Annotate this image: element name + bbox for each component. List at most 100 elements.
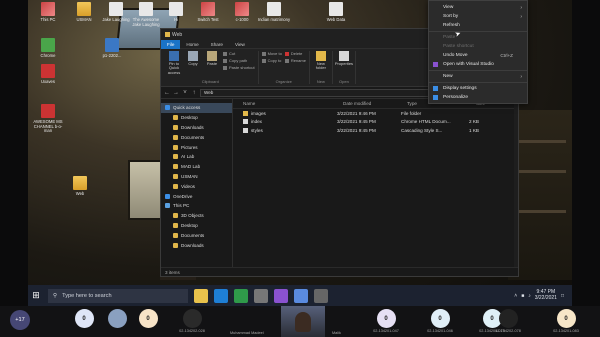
group-label: New (316, 79, 325, 84)
context-menu-item[interactable]: Undo Move Ctrl+Z (429, 51, 527, 60)
participant-video[interactable] (281, 306, 325, 337)
desktop-icon[interactable]: Chrome (30, 38, 66, 59)
back-arrow-icon[interactable]: ← (164, 90, 170, 96)
vertical-scrollbar[interactable] (514, 99, 518, 267)
properties-button[interactable]: Properties (335, 51, 353, 66)
up-arrow-icon[interactable]: ↑ (191, 90, 197, 96)
nav-item-label: AI Lab (181, 154, 195, 160)
more-participants-badge[interactable]: +17 (10, 310, 30, 330)
clipboard-group: Pin to Quick access Copy Paste Cut Copy … (163, 51, 259, 84)
column-name[interactable]: Name (243, 101, 343, 106)
desktop-icon[interactable]: Web Data (318, 2, 354, 23)
desktop-icon[interactable]: p1-2202... (94, 38, 130, 59)
desktop-icon[interactable]: Web (62, 176, 98, 197)
move-to-button[interactable]: Move to (261, 51, 282, 56)
nav-item[interactable]: Downloads (161, 123, 232, 133)
new-folder-button[interactable]: New folder (313, 51, 329, 71)
participant-tile[interactable]: 0 02-134201-047 (364, 309, 408, 334)
copy-to-icon (261, 58, 266, 63)
nav-folder-icon (173, 115, 178, 121)
participant-tile[interactable]: 0 (126, 309, 170, 334)
nav-item-label: USMAN (181, 173, 198, 179)
desktop-icon[interactable]: c-1000 (224, 2, 260, 23)
nav-item[interactable]: Documents (161, 132, 232, 142)
nav-item[interactable]: Documents (161, 230, 232, 240)
chevron-down-icon[interactable]: ˅ (182, 90, 188, 96)
file-row[interactable]: index 3/22/2021 9:45 PM Chrome HTML Docum.… (233, 118, 518, 127)
participant-tile[interactable]: 0 02-134201-046 (418, 309, 462, 334)
context-menu-item[interactable]: Refresh (429, 21, 527, 30)
nav-item[interactable]: This PC (161, 201, 232, 211)
taskbar-app-icon[interactable] (294, 288, 308, 303)
copy-button[interactable]: Copy (185, 51, 201, 66)
context-menu-item[interactable]: New › (429, 72, 527, 81)
nav-item[interactable]: Pictures (161, 142, 232, 152)
network-icon[interactable]: ■ (521, 293, 524, 299)
shortcut-icon (105, 38, 119, 52)
rename-button[interactable]: Rename (284, 58, 306, 63)
delete-button[interactable]: Delete (284, 51, 306, 56)
forward-arrow-icon[interactable]: → (173, 90, 179, 96)
context-menu-item[interactable]: Personalize (429, 93, 527, 102)
windows-start-icon[interactable]: ⊞ (28, 290, 44, 301)
desktop-icon[interactable]: Indian matrimony (256, 2, 292, 23)
participant-tile[interactable]: 0 02-134201-083 (544, 309, 588, 334)
file-row[interactable]: images 3/22/2021 9:46 PM File folder (233, 109, 518, 118)
desktop-icon[interactable]: Hi (158, 2, 194, 23)
taskbar-app-icon[interactable] (274, 288, 288, 303)
organize-group: Move to Copy to Delete Rename Organize (259, 51, 310, 84)
volume-icon[interactable]: ♪ (528, 293, 531, 299)
context-menu-item[interactable]: Sort by › (429, 12, 527, 21)
chevron-up-icon[interactable]: ˄ (514, 293, 517, 299)
rename-icon (284, 58, 289, 63)
tab-home[interactable]: Home (180, 40, 204, 49)
desktop-icon[interactable]: Uxaves (30, 64, 66, 85)
copy-to-button[interactable]: Copy to (261, 58, 282, 63)
taskbar-app-icon[interactable] (234, 288, 248, 303)
clock[interactable]: 9:47 PM 3/22/2021 (535, 289, 557, 301)
nav-item[interactable]: Videos (161, 181, 232, 191)
desktop-icon[interactable]: USMAN (66, 2, 102, 23)
nav-item[interactable]: OneDrive (161, 191, 232, 201)
search-icon: ⚲ (53, 292, 58, 299)
file-list[interactable]: Name Date modified Type Size images3/22/… (233, 99, 518, 267)
nav-item[interactable]: 3D Objects (161, 211, 232, 221)
participant-tile[interactable]: 02-134202-078 (486, 309, 530, 334)
taskbar-app-icon[interactable] (214, 288, 228, 303)
cut-button[interactable]: Cut (223, 51, 255, 56)
context-menu-item[interactable]: View › (429, 3, 527, 12)
context-menu-item[interactable]: Open with Visual Studio (429, 60, 527, 69)
nav-item[interactable]: MAD Lab (161, 162, 232, 172)
nav-item[interactable]: USMAN (161, 172, 232, 182)
desktop-icon[interactable]: Switch Test (190, 2, 226, 23)
desktop-icon[interactable]: AWESOME MS CHANNEL b-o-man (30, 104, 66, 134)
participant-tile[interactable]: 02-134202-028 (170, 309, 214, 334)
notification-icon[interactable]: □ (561, 293, 564, 299)
taskbar-app-icon[interactable] (314, 288, 328, 303)
nav-item[interactable]: Quick access (161, 103, 232, 113)
nav-item[interactable]: Downloads (161, 240, 232, 250)
nav-item[interactable]: Desktop (161, 221, 232, 231)
nav-item[interactable]: AI Lab (161, 152, 232, 162)
file-row[interactable]: styles 3/22/2021 9:45 PM Cascading Style S… (233, 126, 518, 135)
nav-item-label: This PC (173, 203, 190, 209)
pin-quick-access-button[interactable]: Pin to Quick access (166, 51, 182, 75)
column-date[interactable]: Date modified (343, 101, 407, 106)
desktop-icon-label: USMAN (76, 17, 92, 22)
desktop-icon[interactable]: This PC (30, 2, 66, 23)
copy-path-button[interactable]: Copy path (223, 58, 255, 63)
taskbar-app-icon[interactable] (254, 288, 268, 303)
paste-shortcut-button[interactable]: Paste shortcut (223, 65, 255, 70)
taskbar-app-icon[interactable] (194, 288, 208, 303)
avatar: 0 (74, 309, 94, 328)
paste-button[interactable]: Paste (204, 51, 220, 66)
address-input[interactable]: Web (200, 88, 446, 97)
tab-file[interactable]: File (161, 39, 181, 49)
tab-share[interactable]: Share (205, 40, 229, 49)
taskbar-search-input[interactable]: ⚲ Type here to search (48, 288, 188, 303)
tab-view[interactable]: View (229, 40, 251, 49)
file-name: styles (251, 127, 263, 133)
context-menu-item[interactable]: Display settings (429, 84, 527, 93)
status-bar: 3 items (161, 267, 518, 277)
nav-item[interactable]: Desktop (161, 113, 232, 123)
